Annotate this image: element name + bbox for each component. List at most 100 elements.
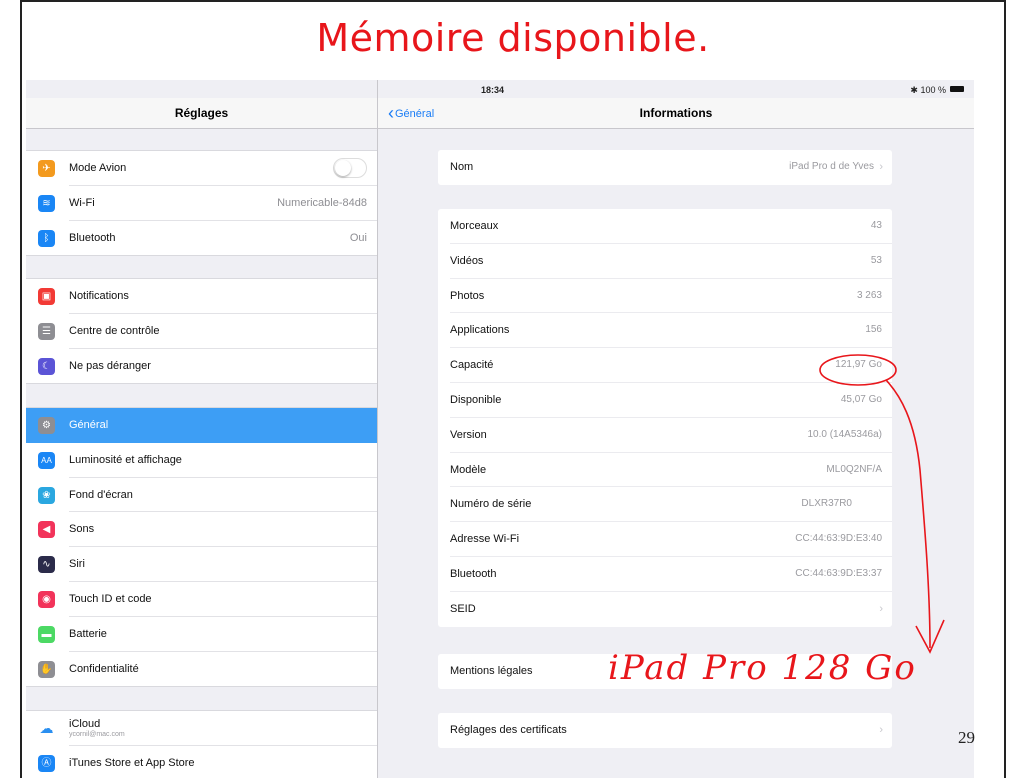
sidebar-item-label: Touch ID et code	[69, 592, 152, 605]
sidebar-item-label: Sons	[69, 523, 95, 536]
wallpaper-icon: ❀	[38, 486, 55, 504]
info-row-videos: Vidéos 53	[438, 244, 892, 279]
wifi-icon: ≋	[38, 194, 55, 212]
handwritten-annotation: iPad Pro 128 Go	[608, 648, 917, 688]
bluetooth-icon: ᛒ	[38, 229, 55, 247]
info-row-applications: Applications 156	[438, 313, 892, 349]
chevron-right-icon: ›	[879, 161, 883, 173]
sidebar-item-label: Confidentialité	[69, 662, 139, 675]
bluetooth-value: Oui	[349, 231, 367, 244]
info-row-disponible: Disponible 45,07 Go	[438, 383, 892, 418]
info-row-numero-serie: Numéro de série DLXR37R0	[438, 487, 892, 523]
chevron-right-icon: ›	[879, 724, 883, 736]
details-card: Morceaux 43 Vidéos 53 Photos 3 263 Applicat…	[438, 209, 892, 627]
settings-header: Réglages	[26, 98, 377, 129]
info-value: 3 263	[856, 289, 882, 301]
info-row-seid[interactable]: SEID ›	[438, 592, 892, 627]
airplane-mode-toggle[interactable]	[333, 158, 367, 178]
sidebar-item-label: Général	[69, 419, 109, 431]
sidebar-item-display[interactable]: AA Luminosité et affichage	[26, 443, 377, 478]
sidebar-item-wifi[interactable]: ≋ Wi-Fi Numericable-84d8	[26, 186, 377, 221]
sidebar-item-battery[interactable]: ▬ Batterie	[26, 617, 377, 652]
info-label: Numéro de série	[450, 498, 532, 511]
info-value: 10.0 (14A5346a)	[807, 428, 882, 440]
info-value: CC:44:63:9D:E3:40	[795, 533, 882, 545]
sidebar-item-control-center[interactable]: ☰ Centre de contrôle	[26, 314, 377, 349]
icloud-account-email: ycornil@mac.com	[69, 731, 125, 738]
info-row-certificats[interactable]: Réglages des certificats ›	[438, 713, 892, 748]
hand-icon: ✋	[38, 660, 55, 678]
info-row-version: Version 10.0 (14A5346a)	[438, 418, 892, 453]
status-battery-text: ✱ 100 %	[910, 85, 946, 95]
battery-icon: ▬	[38, 625, 55, 643]
sidebar-item-label: Wi-Fi	[69, 196, 95, 209]
info-value: 45,07 Go	[840, 393, 882, 405]
info-row-morceaux: Morceaux 43	[438, 209, 892, 244]
control-center-icon: ☰	[38, 322, 55, 340]
cloud-icon: ☁	[38, 720, 55, 737]
sidebar-item-label: Luminosité et affichage	[69, 453, 182, 466]
sidebar-item-wallpaper[interactable]: ❀ Fond d'écran	[26, 478, 377, 513]
info-value: iPad Pro d de Yves	[789, 161, 874, 172]
sidebar-item-mode-avion[interactable]: ✈ Mode Avion	[26, 151, 377, 186]
info-value: DLXR37R0	[801, 498, 852, 510]
sidebar-item-icloud[interactable]: ☁ iCloud ycornil@mac.com	[26, 711, 377, 746]
sound-icon: ◀	[38, 521, 55, 539]
info-label: Nom	[450, 161, 474, 173]
sidebar-item-label: Ne pas déranger	[69, 359, 151, 372]
info-label: Adresse Wi-Fi	[450, 533, 520, 546]
settings-group-connectivity: ✈ Mode Avion ≋ Wi-Fi Numericable-84d8 ᛒ …	[26, 150, 377, 257]
info-label: Disponible	[450, 393, 502, 406]
info-label: Photos	[450, 289, 485, 302]
info-label: Capacité	[450, 359, 494, 372]
fingerprint-icon: ◉	[38, 590, 55, 608]
sidebar-item-label: Mode Avion	[69, 162, 127, 174]
sidebar-item-label: Bluetooth	[69, 231, 116, 244]
settings-sidebar: Réglages ✈ Mode Avion ≋ Wi-Fi Numericabl…	[26, 80, 378, 778]
settings-group-accounts: ☁ iCloud ycornil@mac.com Ⓐ iTunes Store …	[26, 710, 377, 778]
status-time: 18:34	[481, 85, 505, 95]
info-navbar: ‹Général Informations	[378, 98, 974, 129]
sidebar-item-do-not-disturb[interactable]: ☾ Ne pas déranger	[26, 349, 377, 384]
airplane-icon: ✈	[38, 160, 55, 177]
info-row-adresse-wifi: Adresse Wi-Fi CC:44:63:9D:E3:40	[438, 522, 892, 557]
chevron-right-icon: ›	[879, 602, 883, 615]
sidebar-item-touch-id[interactable]: ◉ Touch ID et code	[26, 582, 377, 617]
info-value: 121,97 Go	[835, 359, 882, 371]
info-row-nom[interactable]: Nom iPad Pro d de Yves ›	[438, 150, 892, 185]
info-label: Modèle	[450, 463, 487, 476]
info-label: Bluetooth	[450, 567, 497, 580]
info-value: 43	[870, 220, 882, 231]
page-number: 29	[958, 728, 975, 747]
info-row-modele: Modèle ML0Q2NF/A	[438, 453, 892, 488]
sidebar-item-privacy[interactable]: ✋ Confidentialité	[26, 652, 377, 687]
info-row-photos: Photos 3 263	[438, 279, 892, 314]
siri-icon: ∿	[38, 556, 55, 574]
sidebar-item-bluetooth[interactable]: ᛒ Bluetooth Oui	[26, 221, 377, 256]
sidebar-item-general[interactable]: ⚙ Général	[26, 408, 377, 443]
info-row-capacite: Capacité 121,97 Go	[438, 348, 892, 383]
info-label: Version	[450, 428, 487, 441]
sidebar-item-siri[interactable]: ∿ Siri	[26, 547, 377, 582]
info-value: CC:44:63:9D:E3:37	[795, 567, 882, 579]
info-label: Vidéos	[450, 254, 484, 267]
info-label: Morceaux	[450, 220, 499, 232]
wifi-network-value: Numericable-84d8	[277, 196, 367, 209]
moon-icon: ☾	[38, 357, 55, 375]
settings-group-general: ⚙ Général AA Luminosité et affichage ❀ F…	[26, 407, 377, 688]
sidebar-item-notifications[interactable]: ▣ Notifications	[26, 279, 377, 314]
info-label: Mentions légales	[450, 665, 533, 677]
sidebar-item-label: Centre de contrôle	[69, 324, 160, 337]
info-label: Réglages des certificats	[450, 724, 567, 736]
info-row-bluetooth: Bluetooth CC:44:63:9D:E3:37	[438, 557, 892, 592]
sidebar-item-sounds[interactable]: ◀ Sons	[26, 512, 377, 548]
sidebar-item-app-store[interactable]: Ⓐ iTunes Store et App Store	[26, 746, 377, 778]
sidebar-item-label: iTunes Store et App Store	[69, 756, 195, 769]
info-label: Applications	[450, 324, 510, 337]
sidebar-item-label: Batterie	[69, 627, 107, 640]
certs-card: Réglages des certificats ›	[438, 713, 892, 748]
info-value: ML0Q2NF/A	[826, 463, 882, 475]
info-value: 156	[865, 324, 882, 336]
settings-group-system: ▣ Notifications ☰ Centre de contrôle ☾ N…	[26, 278, 377, 385]
bluetooth-status-icon: ✱	[910, 85, 918, 95]
